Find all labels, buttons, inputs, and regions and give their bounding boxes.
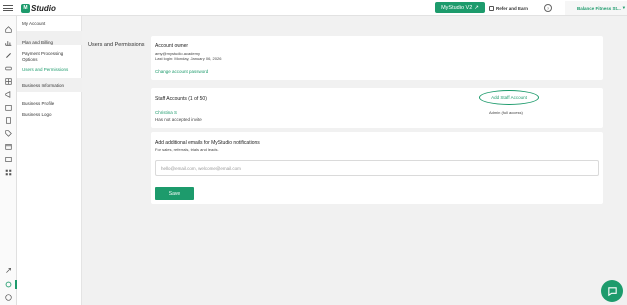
logo-text: Studio: [31, 3, 56, 13]
settings-icon[interactable]: [4, 280, 13, 289]
menu-icon[interactable]: [3, 3, 13, 13]
notification-emails-input[interactable]: hello@email.com, welcome@email.com: [155, 160, 599, 176]
subnav-item-payment-processing[interactable]: Payment Processing Options: [22, 51, 63, 62]
logo-mark: M: [21, 3, 30, 13]
help-circle-icon[interactable]: ?: [544, 4, 552, 12]
id-card-icon[interactable]: [4, 155, 13, 164]
subnav-item-business-profile[interactable]: Business Profile: [22, 101, 54, 107]
chart-icon[interactable]: [4, 38, 13, 47]
subnav-item-plan-billing[interactable]: Plan and Billing: [22, 40, 53, 46]
home-icon[interactable]: [4, 25, 13, 34]
help-icon[interactable]: [4, 293, 13, 302]
top-bar: M Studio MyStudio V2 ↗ Refer and Earn ? …: [0, 0, 627, 16]
business-selector[interactable]: Balance Fitness St... ▾: [565, 1, 627, 15]
add-staff-button[interactable]: Add Staff Account: [479, 90, 539, 105]
owner-heading: Account owner: [155, 43, 189, 49]
staff-member-role: Admin (full access): [489, 110, 523, 115]
settings-subnav: My Account Plan and Billing Payment Proc…: [17, 16, 82, 305]
change-password-link[interactable]: Change account password: [155, 69, 208, 74]
calendar-icon[interactable]: [4, 103, 13, 112]
box-icon[interactable]: [4, 142, 13, 151]
save-button[interactable]: Save: [155, 187, 194, 200]
account-owner-card: Account owner amy@mystudio.academy Last …: [151, 36, 603, 80]
car-icon[interactable]: [4, 64, 13, 73]
tag-icon[interactable]: [4, 129, 13, 138]
payment-processing-line2: Options: [22, 56, 38, 62]
notification-emails-card: Add additional emails for MyStudio notif…: [151, 132, 603, 204]
subnav-item-users-permissions[interactable]: Users and Permissions: [22, 67, 68, 73]
emails-subheading: For sales, referrals, trials and leads.: [155, 147, 219, 152]
version-button[interactable]: MyStudio V2 ↗: [435, 2, 485, 13]
emails-heading: Add additional emails for MyStudio notif…: [155, 140, 260, 146]
subnav-section-business[interactable]: Business Information: [17, 78, 82, 92]
chevron-down-icon: ▾: [622, 5, 626, 10]
pencil-icon[interactable]: [4, 51, 13, 60]
staff-heading: Staff Accounts (1 of 50): [155, 96, 207, 102]
page-title: Users and Permissions: [88, 42, 145, 48]
external-link-icon: ↗: [474, 4, 479, 11]
icon-rail: [0, 16, 17, 305]
refer-label: Refer and Earn: [496, 5, 529, 11]
subnav-section-label: Business Information: [22, 82, 65, 88]
staff-accounts-card: Staff Accounts (1 of 50) Add Staff Accou…: [151, 88, 603, 128]
apps-icon[interactable]: [4, 168, 13, 177]
business-name: Balance Fitness St...: [577, 5, 621, 11]
logo: M Studio: [21, 3, 56, 13]
refer-and-earn-link[interactable]: Refer and Earn: [489, 4, 528, 12]
version-label: MyStudio V2: [441, 4, 473, 11]
megaphone-icon[interactable]: [4, 90, 13, 99]
subnav-item-my-account[interactable]: My Account: [22, 21, 45, 27]
gift-icon: [489, 5, 494, 11]
payment-processing-line1: Payment Processing: [22, 51, 64, 56]
rocket-icon[interactable]: [4, 266, 13, 275]
staff-member-status: Has not accepted invite: [155, 117, 202, 122]
clipboard-icon[interactable]: [4, 116, 13, 125]
grid-icon[interactable]: [4, 77, 13, 86]
subnav-item-business-logo[interactable]: Business Logo: [22, 112, 52, 118]
last-login: Last login: Monday, January 06, 2026: [155, 56, 222, 61]
staff-member-name[interactable]: Christina S: [155, 110, 177, 115]
chat-button[interactable]: [601, 280, 623, 302]
chat-icon: [607, 286, 617, 296]
